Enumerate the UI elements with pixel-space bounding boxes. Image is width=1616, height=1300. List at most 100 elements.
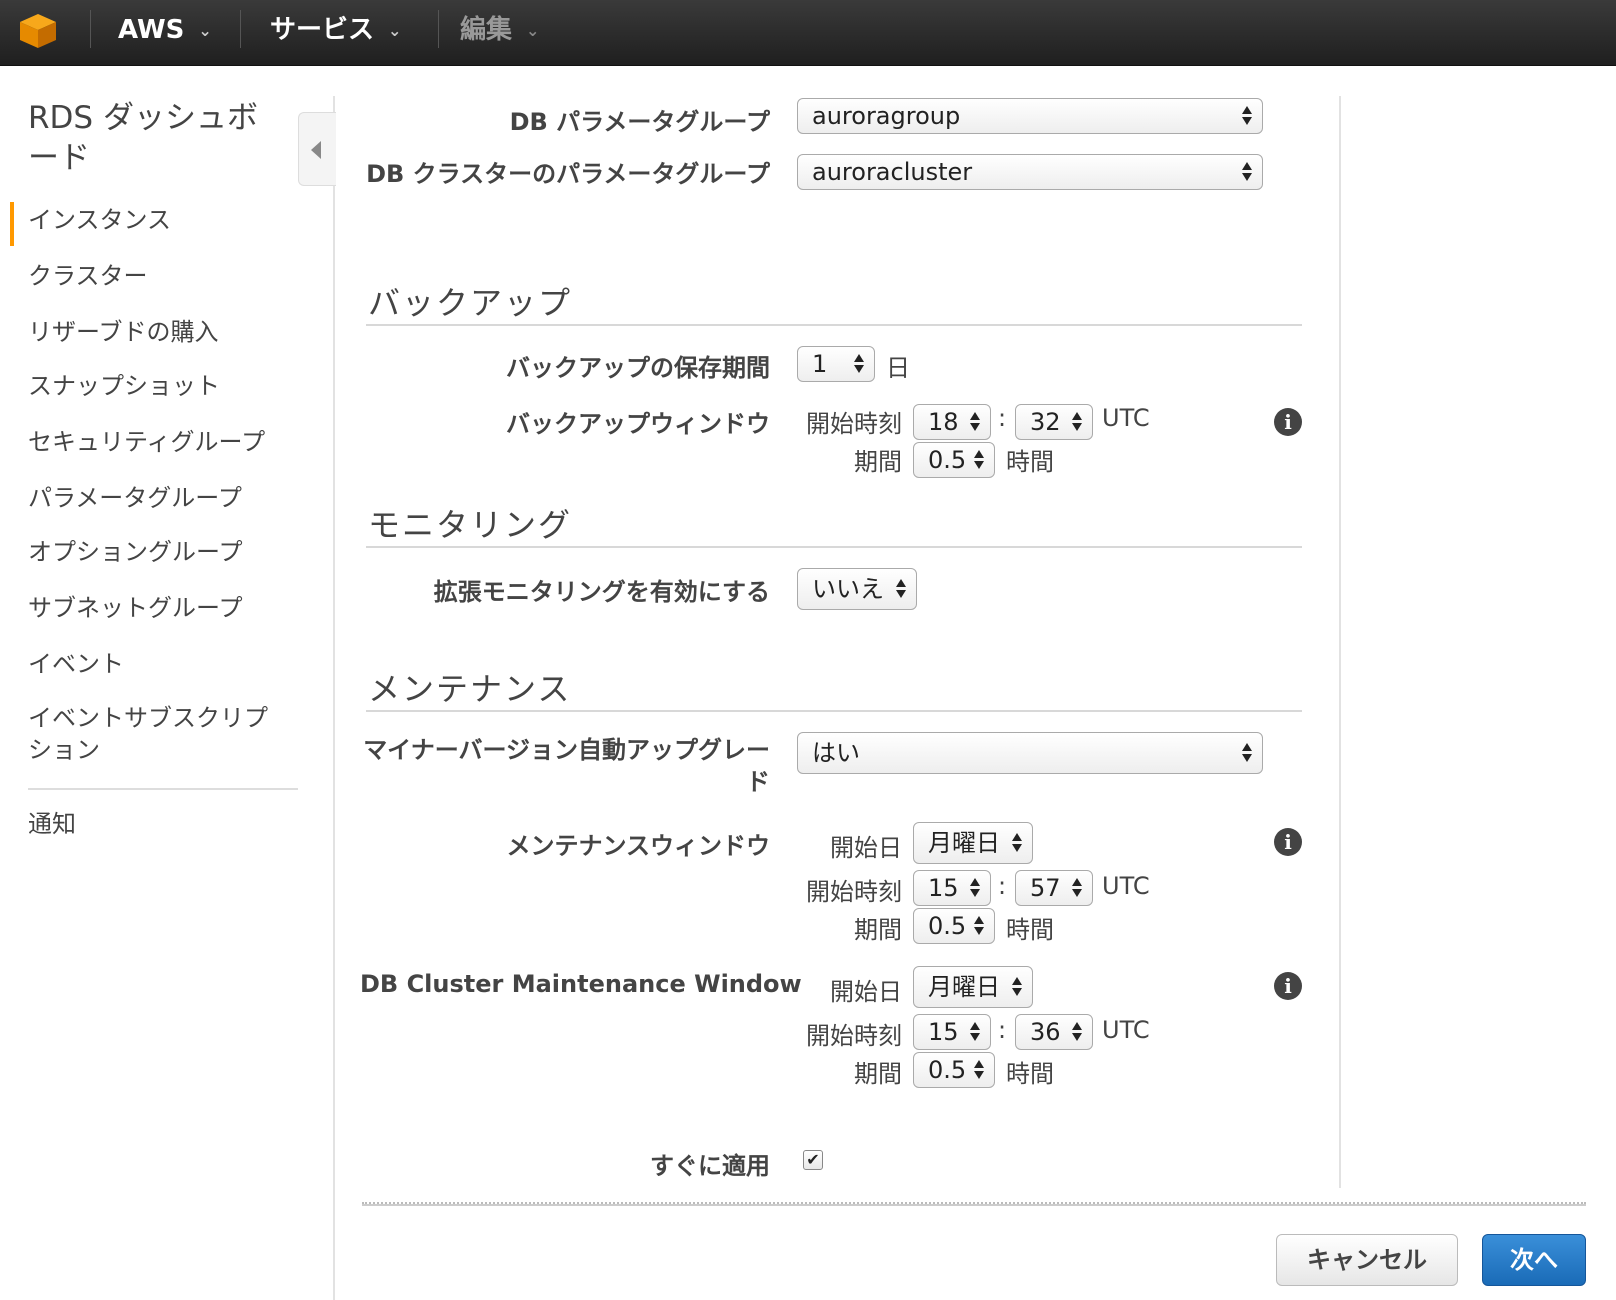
edit-menu[interactable]: 編集 ⌄ (460, 0, 539, 60)
select-arrows-icon (974, 450, 984, 470)
sidebar-collapse-button[interactable] (298, 112, 336, 186)
active-indicator (10, 202, 14, 246)
sidebar-item-snapshots[interactable]: スナップショット (28, 370, 220, 402)
sidebar-item-notifications[interactable]: 通知 (28, 808, 76, 840)
monitoring-section-rule (366, 546, 1302, 548)
info-icon[interactable]: i (1274, 972, 1302, 1000)
backup-start-hour-value: 18 (928, 408, 959, 436)
backup-timezone: UTC (1102, 404, 1150, 432)
nav-separator (90, 10, 91, 48)
enhanced-monitoring-select[interactable]: いいえ (797, 568, 917, 610)
sidebar: RDS ダッシュボード インスタンス クラスター リザーブドの購入 スナップショ… (0, 66, 335, 1300)
select-arrows-icon (1072, 412, 1082, 432)
backup-retention-unit: 日 (886, 354, 910, 382)
auto-minor-upgrade-value: はい (812, 739, 860, 767)
select-arrows-icon (970, 1022, 980, 1042)
db-parameter-group-value: auroragroup (812, 102, 961, 130)
maintenance-start-day-select[interactable]: 月曜日 (913, 822, 1033, 864)
sidebar-item-events[interactable]: イベント (28, 648, 124, 680)
maintenance-start-hour-select[interactable]: 15 (913, 870, 991, 906)
enhanced-monitoring-value: いいえ (812, 575, 884, 603)
aws-menu[interactable]: AWS ⌄ (118, 0, 212, 60)
sidebar-item-instances[interactable]: インスタンス (28, 204, 171, 236)
aws-cube-icon[interactable] (18, 12, 58, 50)
maintenance-window-label: メンテナンスウィンドウ (506, 832, 770, 860)
next-button[interactable]: 次へ (1482, 1234, 1586, 1286)
cancel-button[interactable]: キャンセル (1276, 1234, 1458, 1286)
maintenance-start-minute-select[interactable]: 57 (1015, 870, 1093, 906)
top-navigation-bar: AWS ⌄ サービス ⌄ 編集 ⌄ (0, 0, 1616, 66)
info-icon[interactable]: i (1274, 408, 1302, 436)
db-cluster-parameter-group-value: auroracluster (812, 158, 973, 186)
apply-immediately-checkbox[interactable]: ✔ (803, 1150, 823, 1170)
select-arrows-icon (1072, 1022, 1082, 1042)
info-icon[interactable]: i (1274, 828, 1302, 856)
maintenance-start-minute-value: 57 (1030, 874, 1061, 902)
backup-start-hour-select[interactable]: 18 (913, 404, 991, 440)
maintenance-start-day-value: 月曜日 (928, 829, 1000, 857)
backup-duration-value: 0.5 (928, 446, 967, 474)
select-arrows-icon (970, 412, 980, 432)
maintenance-start-time-label: 開始時刻 (806, 878, 902, 906)
maintenance-duration-select[interactable]: 0.5 (913, 908, 995, 944)
services-menu[interactable]: サービス ⌄ (270, 0, 401, 60)
backup-start-minute-value: 32 (1030, 408, 1061, 436)
backup-duration-select[interactable]: 0.5 (913, 442, 995, 478)
cluster-duration-label: 期間 (854, 1060, 902, 1088)
auto-minor-upgrade-select[interactable]: はい (797, 732, 1263, 774)
sidebar-item-event-subscriptions[interactable]: イベントサブスクリプション (28, 702, 288, 766)
maintenance-timezone: UTC (1102, 872, 1150, 900)
cluster-start-day-select[interactable]: 月曜日 (913, 966, 1033, 1008)
cluster-duration-unit: 時間 (1006, 1060, 1054, 1088)
cluster-start-minute-value: 36 (1030, 1018, 1061, 1046)
backup-start-time-label: 開始時刻 (806, 410, 902, 438)
sidebar-item-subnet-groups[interactable]: サブネットグループ (28, 592, 243, 624)
cluster-start-time-label: 開始時刻 (806, 1022, 902, 1050)
backup-retention-label: バックアップの保存期間 (506, 354, 770, 382)
sidebar-item-reserved-purchases[interactable]: リザーブドの購入 (28, 316, 219, 348)
aws-menu-label: AWS (118, 15, 185, 45)
cluster-start-day-value: 月曜日 (928, 973, 1000, 1001)
auto-minor-upgrade-label: マイナーバージョン自動アップグレード (363, 736, 770, 796)
backup-duration-unit: 時間 (1006, 448, 1054, 476)
select-arrows-icon (896, 579, 906, 599)
sidebar-divider (28, 788, 298, 790)
edit-menu-label: 編集 (460, 15, 513, 45)
nav-separator (438, 10, 439, 48)
db-cluster-parameter-group-label: DB クラスターのパラメータグループ (366, 160, 770, 188)
sidebar-title[interactable]: RDS ダッシュボード (28, 98, 278, 178)
cluster-start-minute-select[interactable]: 36 (1015, 1014, 1093, 1050)
maintenance-section-title: メンテナンス (368, 670, 572, 708)
time-separator: : (998, 404, 1007, 432)
db-cluster-parameter-group-select[interactable]: auroracluster (797, 154, 1263, 190)
footer-divider (362, 1202, 1586, 1206)
maintenance-duration-unit: 時間 (1006, 916, 1054, 944)
backup-section-rule (366, 324, 1302, 326)
select-arrows-icon (1012, 977, 1022, 997)
sidebar-border (333, 96, 335, 1300)
sidebar-item-clusters[interactable]: クラスター (28, 260, 148, 292)
chevron-down-icon: ⌄ (526, 20, 540, 40)
time-separator: : (998, 1016, 1007, 1044)
backup-retention-value: 1 (812, 350, 828, 378)
sidebar-item-parameter-groups[interactable]: パラメータグループ (28, 482, 242, 514)
maintenance-section-rule (366, 710, 1302, 712)
enhanced-monitoring-label: 拡張モニタリングを有効にする (433, 578, 770, 606)
cluster-duration-select[interactable]: 0.5 (913, 1052, 995, 1088)
select-arrows-icon (1242, 106, 1252, 126)
time-separator: : (998, 872, 1007, 900)
nav-separator (240, 10, 241, 48)
maintenance-duration-label: 期間 (854, 916, 902, 944)
backup-duration-label: 期間 (854, 448, 902, 476)
select-arrows-icon (854, 354, 864, 374)
db-parameter-group-select[interactable]: auroragroup (797, 98, 1263, 134)
cluster-start-hour-select[interactable]: 15 (913, 1014, 991, 1050)
backup-retention-select[interactable]: 1 (797, 346, 875, 382)
backup-start-minute-select[interactable]: 32 (1015, 404, 1093, 440)
sidebar-item-security-groups[interactable]: セキュリティグループ (28, 426, 265, 458)
cluster-timezone: UTC (1102, 1016, 1150, 1044)
sidebar-item-option-groups[interactable]: オプショングループ (28, 536, 243, 568)
chevron-down-icon: ⌄ (388, 20, 402, 40)
cluster-duration-value: 0.5 (928, 1056, 967, 1084)
chevron-left-icon (311, 141, 321, 159)
